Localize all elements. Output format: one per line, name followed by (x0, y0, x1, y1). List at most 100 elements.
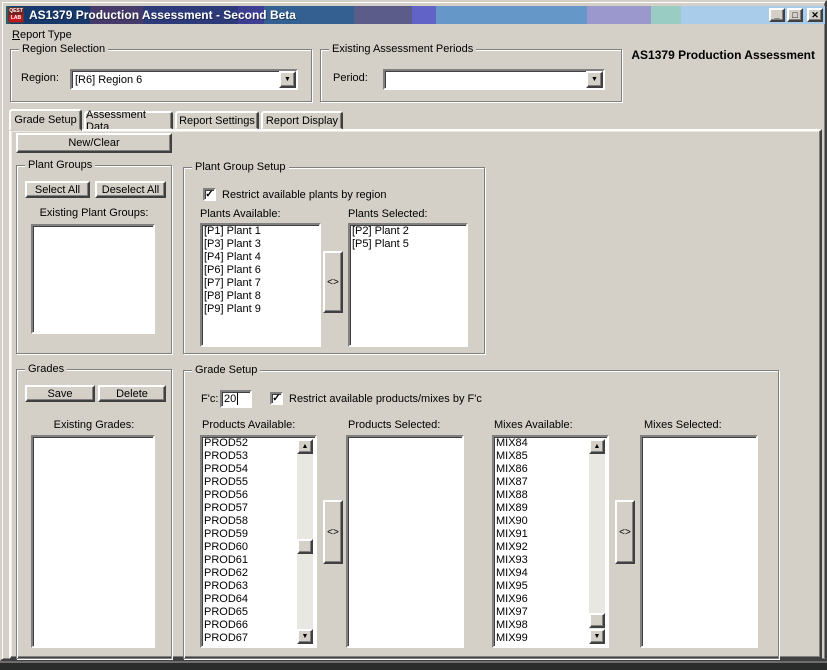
list-item[interactable]: MIX97 (494, 606, 591, 619)
region-combobox[interactable]: [R6] Region 6 ▼ (70, 69, 298, 90)
list-item[interactable]: [P2] Plant 2 (350, 225, 466, 238)
products-scrollbar-thumb[interactable] (297, 539, 313, 554)
list-item[interactable]: PROD53 (202, 450, 299, 463)
fc-label: F'c: (201, 393, 218, 405)
plants-available-listbox[interactable]: [P1] Plant 1[P3] Plant 3[P4] Plant 4[P6]… (200, 223, 321, 347)
tab-report-settings[interactable]: Report Settings (175, 111, 259, 130)
list-item[interactable]: MIX92 (494, 541, 591, 554)
select-all-button[interactable]: Select All (25, 181, 90, 198)
select-all-button-label: Select All (35, 184, 80, 196)
region-label: Region: (21, 72, 59, 84)
products-selected-listbox[interactable] (346, 435, 464, 648)
scroll-down-icon[interactable]: ▼ (589, 629, 605, 644)
list-item[interactable]: MIX85 (494, 450, 591, 463)
period-combobox[interactable]: ▼ (383, 69, 605, 90)
deselect-all-button-label: Deselect All (102, 184, 159, 196)
minimize-button[interactable]: _ (769, 8, 785, 22)
scroll-up-icon[interactable]: ▲ (297, 439, 313, 454)
plants-transfer-button[interactable]: <> (323, 251, 343, 313)
mixes-selected-label: Mixes Selected: (644, 419, 722, 431)
list-item[interactable]: PROD62 (202, 567, 299, 580)
plant-groups-group-label: Plant Groups (25, 159, 95, 171)
mixes-available-scrollbar[interactable]: ▲ ▼ (589, 439, 605, 644)
list-item[interactable]: [P9] Plant 9 (202, 303, 319, 316)
restrict-plants-checkbox-label: Restrict available plants by region (222, 189, 386, 201)
menu-report-type[interactable]: Report Type (6, 27, 78, 43)
list-item[interactable]: [P8] Plant 8 (202, 290, 319, 303)
list-item[interactable]: PROD56 (202, 489, 299, 502)
list-item[interactable]: PROD64 (202, 593, 299, 606)
list-item[interactable]: PROD61 (202, 554, 299, 567)
list-item[interactable]: MIX86 (494, 463, 591, 476)
save-button[interactable]: Save (25, 385, 95, 402)
region-combobox-dropdown-icon[interactable]: ▼ (279, 71, 296, 88)
mixes-transfer-button[interactable]: <> (615, 500, 635, 564)
list-item[interactable]: MIX93 (494, 554, 591, 567)
list-item[interactable]: PROD59 (202, 528, 299, 541)
existing-plant-groups-listbox[interactable] (31, 224, 155, 334)
list-item[interactable]: MIX96 (494, 593, 591, 606)
list-item[interactable]: MIX89 (494, 502, 591, 515)
fc-input[interactable]: 20 (220, 390, 252, 408)
page-title: AS1379 Production Assessment (631, 48, 815, 62)
tab-grade-setup[interactable]: Grade Setup (9, 109, 82, 131)
list-item[interactable]: PROD55 (202, 476, 299, 489)
restrict-products-checkbox[interactable]: ✓ (270, 392, 283, 405)
list-item[interactable]: MIX94 (494, 567, 591, 580)
qestlab-app-icon[interactable]: QEST LAB (8, 7, 24, 23)
restrict-plants-checkbox[interactable]: ✓ (203, 188, 216, 201)
tab-assessment-data[interactable]: Assessment Data (84, 111, 173, 130)
list-item[interactable]: MIX99 (494, 632, 591, 645)
list-item[interactable]: MIX91 (494, 528, 591, 541)
mixes-selected-listbox[interactable] (640, 435, 758, 648)
products-available-scrollbar[interactable]: ▲ ▼ (297, 439, 313, 644)
list-item[interactable]: [P7] Plant 7 (202, 277, 319, 290)
list-item[interactable]: PROD66 (202, 619, 299, 632)
list-item[interactable]: MIX88 (494, 489, 591, 502)
plant-group-setup-group-label: Plant Group Setup (192, 161, 289, 173)
maximize-button[interactable]: □ (787, 8, 803, 22)
close-icon: ✕ (811, 10, 819, 20)
mixes-scrollbar-thumb[interactable] (589, 613, 605, 628)
close-button[interactable]: ✕ (807, 8, 823, 22)
list-item[interactable]: MIX87 (494, 476, 591, 489)
list-item[interactable]: PROD58 (202, 515, 299, 528)
scroll-down-icon[interactable]: ▼ (297, 629, 313, 644)
tab-report-display-label: Report Display (266, 115, 338, 127)
period-label: Period: (333, 72, 368, 84)
products-available-listbox[interactable]: ▲ ▼ PROD52PROD53PROD54PROD55PROD56PROD57… (200, 435, 317, 648)
delete-button-label: Delete (116, 388, 148, 400)
list-item[interactable]: PROD67 (202, 632, 299, 645)
list-item[interactable]: PROD60 (202, 541, 299, 554)
list-item[interactable]: MIX98 (494, 619, 591, 632)
list-item[interactable]: PROD63 (202, 580, 299, 593)
region-selection-group: Region Selection Region: [R6] Region 6 ▼ (10, 49, 312, 102)
existing-grades-listbox[interactable] (31, 435, 155, 648)
list-item[interactable]: PROD54 (202, 463, 299, 476)
transfer-icon: <> (619, 527, 631, 538)
delete-button[interactable]: Delete (98, 385, 166, 402)
mixes-available-listbox[interactable]: ▲ ▼ MIX84MIX85MIX86MIX87MIX88MIX89MIX90M… (492, 435, 609, 648)
list-item[interactable]: [P5] Plant 5 (350, 238, 466, 251)
list-item[interactable]: PROD52 (202, 437, 299, 450)
restrict-plants-checkbox-row: ✓ Restrict available plants by region (203, 188, 386, 201)
plants-selected-listbox[interactable]: [P2] Plant 2[P5] Plant 5 (348, 223, 468, 347)
plant-group-setup-group: Plant Group Setup ✓ Restrict available p… (183, 167, 485, 354)
list-item[interactable]: [P3] Plant 3 (202, 238, 319, 251)
deselect-all-button[interactable]: Deselect All (95, 181, 166, 198)
products-transfer-button[interactable]: <> (323, 500, 343, 564)
list-item[interactable]: PROD65 (202, 606, 299, 619)
tab-report-display[interactable]: Report Display (261, 111, 343, 130)
list-item[interactable]: MIX95 (494, 580, 591, 593)
new-clear-button[interactable]: New/Clear (16, 133, 172, 153)
list-item[interactable]: [P6] Plant 6 (202, 264, 319, 277)
list-item[interactable]: MIX84 (494, 437, 591, 450)
list-item[interactable]: [P1] Plant 1 (202, 225, 319, 238)
existing-plant-groups-label: Existing Plant Groups: (17, 207, 171, 219)
list-item[interactable]: MIX90 (494, 515, 591, 528)
list-item[interactable]: [P4] Plant 4 (202, 251, 319, 264)
period-combobox-dropdown-icon[interactable]: ▼ (586, 71, 603, 88)
scroll-up-icon[interactable]: ▲ (589, 439, 605, 454)
list-item[interactable]: PROD57 (202, 502, 299, 515)
title-bar[interactable]: QEST LAB AS1379 Production Assessment - … (6, 6, 825, 24)
